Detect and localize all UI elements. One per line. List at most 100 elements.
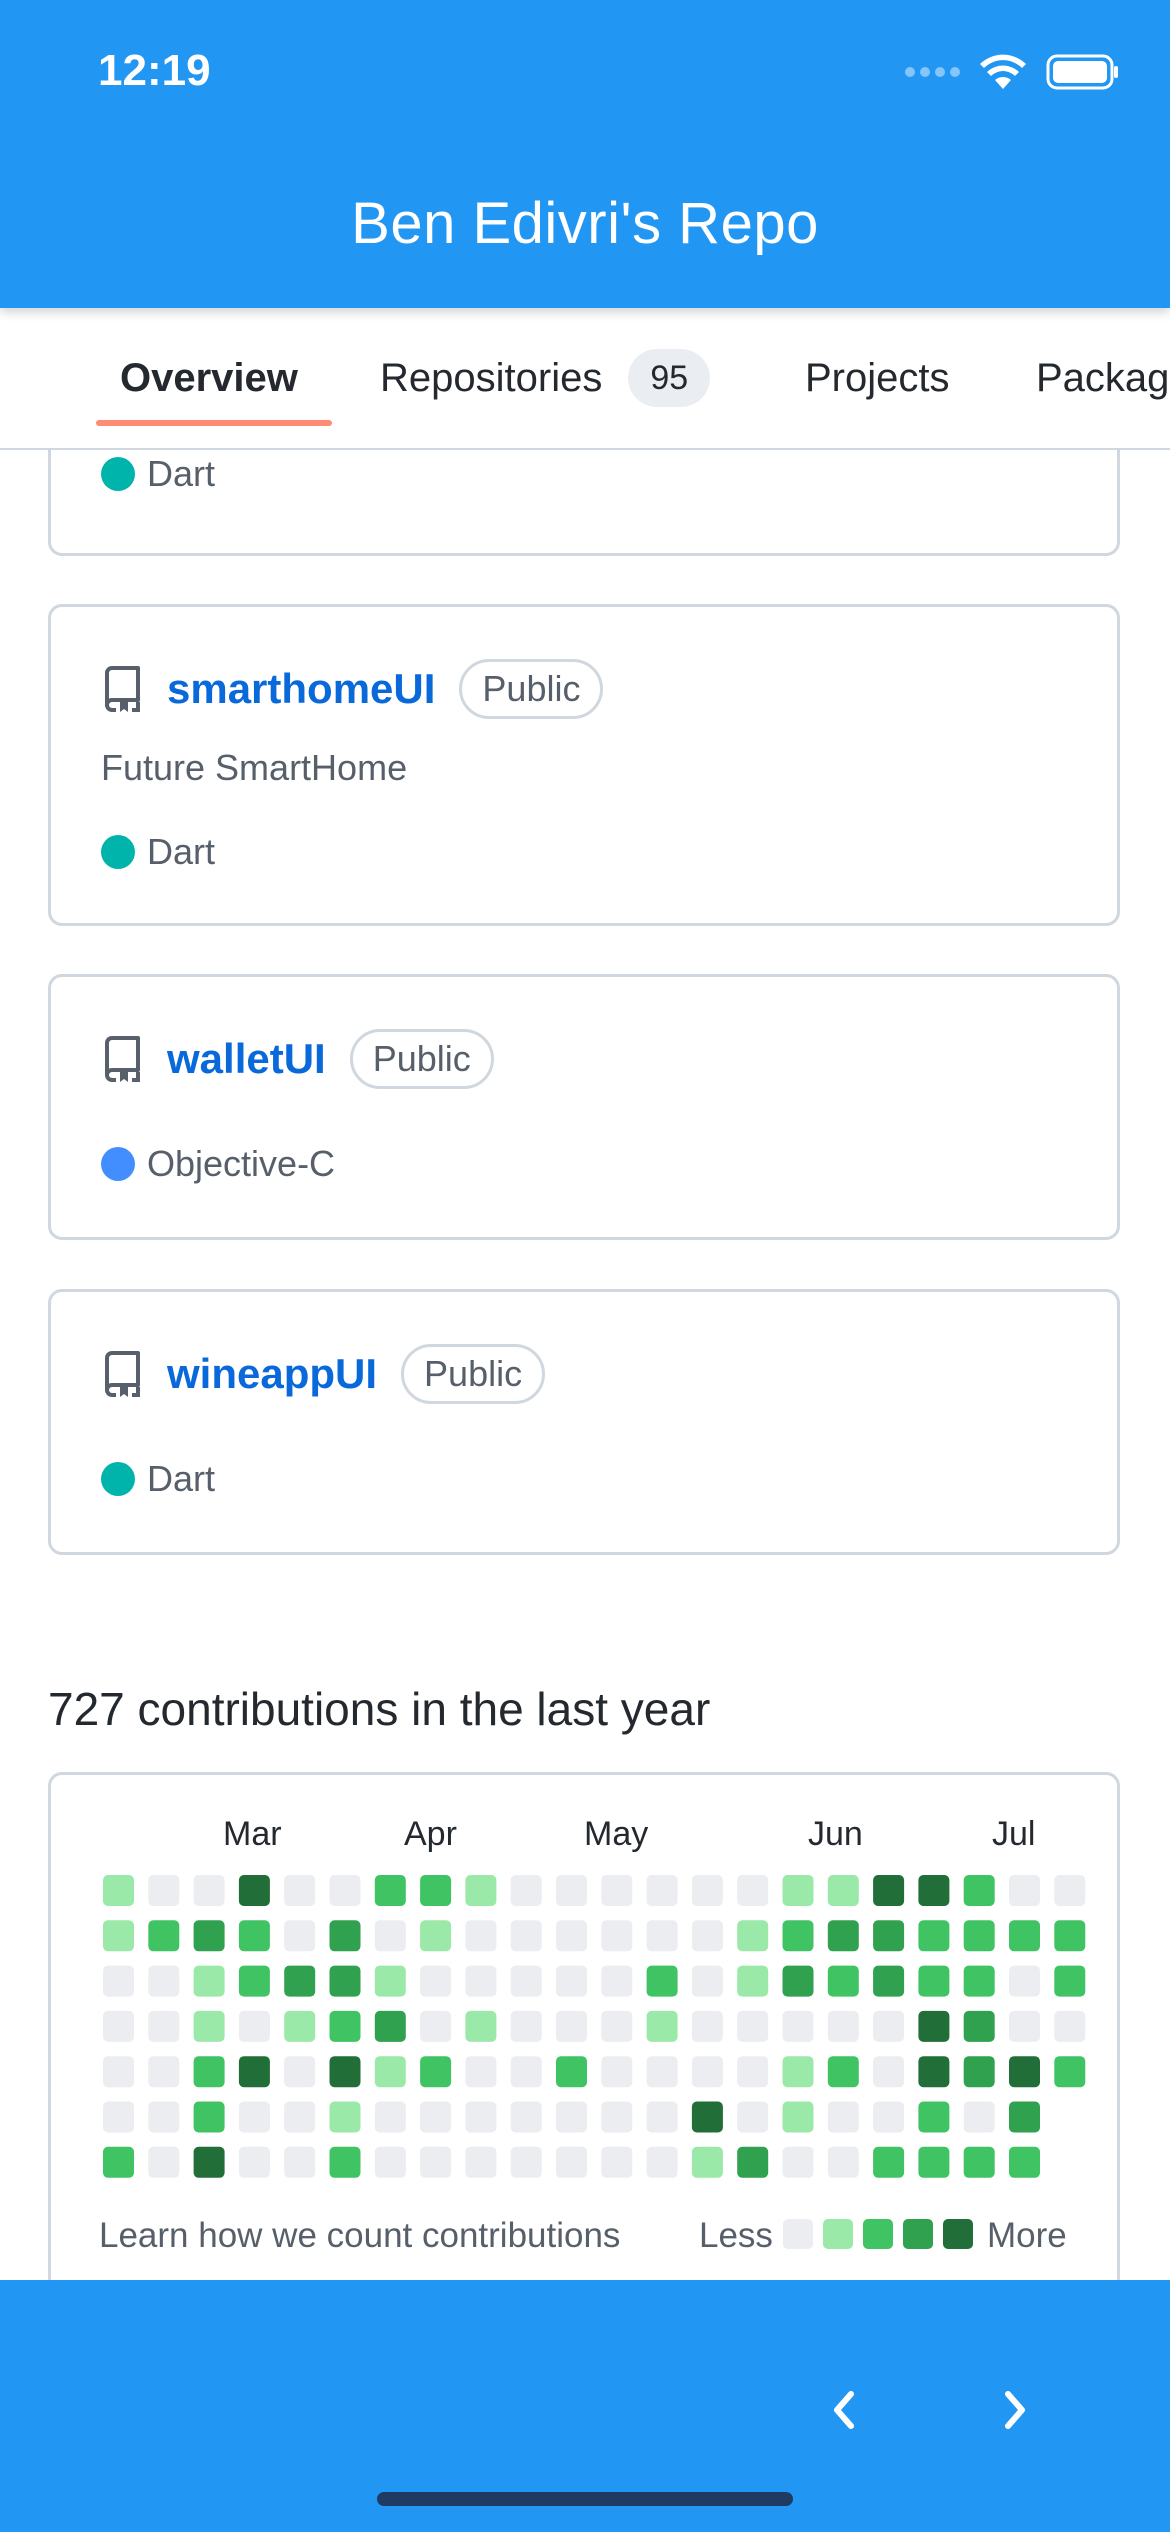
contribution-day-cell[interactable]	[148, 1920, 180, 1952]
contribution-day-cell[interactable]	[148, 2101, 180, 2133]
contribution-day-cell[interactable]	[556, 2146, 587, 2178]
contribution-day-cell[interactable]	[465, 2146, 497, 2178]
contribution-day-cell[interactable]	[918, 2146, 950, 2178]
contribution-day-cell[interactable]	[284, 1875, 316, 1906]
repo-name-link[interactable]: wineappUI	[167, 1350, 377, 1398]
contribution-day-cell[interactable]	[148, 1875, 180, 1906]
contribution-day-cell[interactable]	[103, 2010, 134, 2042]
contribution-day-cell[interactable]	[1009, 1965, 1040, 1997]
contribution-day-cell[interactable]	[556, 1875, 587, 1906]
contribution-day-cell[interactable]	[827, 1965, 859, 1997]
contribution-day-cell[interactable]	[329, 1875, 361, 1906]
contribution-day-cell[interactable]	[329, 2010, 361, 2042]
contribution-day-cell[interactable]	[1054, 1875, 1086, 1906]
contribution-day-cell[interactable]	[510, 1920, 542, 1952]
contribution-day-cell[interactable]	[873, 2056, 905, 2088]
contribution-day-cell[interactable]	[238, 2101, 270, 2133]
contribution-day-cell[interactable]	[782, 2010, 814, 2042]
contribution-day-cell[interactable]	[510, 2056, 542, 2088]
contribution-day-cell[interactable]	[238, 1920, 270, 1952]
contribution-day-cell[interactable]	[238, 1965, 270, 1997]
contribution-day-cell[interactable]	[1054, 1965, 1086, 1997]
contribution-day-cell[interactable]	[329, 2056, 361, 2088]
contribution-day-cell[interactable]	[691, 2146, 723, 2178]
repo-card-walletui[interactable]: walletUI Public Objective-C	[48, 974, 1120, 1240]
contribution-day-cell[interactable]	[374, 1920, 406, 1952]
contribution-day-cell[interactable]	[238, 2010, 270, 2042]
contribution-day-cell[interactable]	[918, 2101, 950, 2133]
repo-name-link[interactable]: smarthomeUI	[167, 665, 435, 713]
contribution-day-cell[interactable]	[556, 1965, 587, 1997]
contribution-day-cell[interactable]	[193, 2010, 225, 2042]
contribution-day-cell[interactable]	[873, 1920, 905, 1952]
contribution-day-cell[interactable]	[193, 1875, 225, 1906]
contribution-day-cell[interactable]	[374, 1875, 406, 1906]
contribution-day-cell[interactable]	[329, 2146, 361, 2178]
contribution-day-cell[interactable]	[918, 1875, 950, 1906]
contribution-day-cell[interactable]	[827, 1920, 859, 1952]
contribution-day-cell[interactable]	[465, 2101, 497, 2133]
contribution-day-cell[interactable]	[148, 2010, 180, 2042]
contribution-day-cell[interactable]	[782, 1920, 814, 1952]
contribution-day-cell[interactable]	[827, 2056, 859, 2088]
contribution-day-cell[interactable]	[193, 2056, 225, 2088]
contribution-day-cell[interactable]	[1009, 2010, 1040, 2042]
contribution-day-cell[interactable]	[556, 2010, 587, 2042]
contribution-day-cell[interactable]	[827, 1875, 859, 1906]
contribution-day-cell[interactable]	[691, 1920, 723, 1952]
contribution-day-cell[interactable]	[193, 2146, 225, 2178]
contribution-day-cell[interactable]	[103, 2056, 134, 2088]
contribution-day-cell[interactable]	[148, 2056, 180, 2088]
contribution-day-cell[interactable]	[510, 2101, 542, 2133]
contribution-day-cell[interactable]	[646, 2101, 678, 2133]
contribution-day-cell[interactable]	[329, 1920, 361, 1952]
contribution-day-cell[interactable]	[782, 2056, 814, 2088]
contribution-day-cell[interactable]	[1009, 1920, 1040, 1952]
contribution-day-cell[interactable]	[873, 1875, 905, 1906]
contribution-day-cell[interactable]	[510, 2146, 542, 2178]
contribution-day-cell[interactable]	[556, 1920, 587, 1952]
contribution-day-cell[interactable]	[465, 1965, 497, 1997]
contribution-day-cell[interactable]	[963, 2146, 995, 2178]
tab-repositories[interactable]: Repositories 95	[380, 308, 711, 448]
contribution-day-cell[interactable]	[1009, 2146, 1040, 2178]
repo-name-link[interactable]: walletUI	[167, 1035, 326, 1083]
contribution-day-cell[interactable]	[646, 2056, 678, 2088]
contribution-day-cell[interactable]	[646, 1920, 678, 1952]
contribution-day-cell[interactable]	[374, 2056, 406, 2088]
contribution-day-cell[interactable]	[691, 2010, 723, 2042]
contribution-day-cell[interactable]	[646, 2146, 678, 2178]
contribution-day-cell[interactable]	[918, 1965, 950, 1997]
contribution-day-cell[interactable]	[374, 2101, 406, 2133]
contribution-day-cell[interactable]	[691, 2056, 723, 2088]
contribution-day-cell[interactable]	[329, 1965, 361, 1997]
contribution-day-cell[interactable]	[148, 1965, 180, 1997]
repo-card-smarthomeui[interactable]: smarthomeUI Public Future SmartHome Dart	[48, 604, 1120, 926]
contribution-day-cell[interactable]	[103, 2101, 134, 2133]
contribution-day-cell[interactable]	[691, 1965, 723, 1997]
contribution-day-cell[interactable]	[601, 2146, 633, 2178]
contribution-day-cell[interactable]	[601, 1965, 633, 1997]
contribution-day-cell[interactable]	[103, 1920, 134, 1952]
contribution-day-cell[interactable]	[963, 1965, 995, 1997]
contribution-day-cell[interactable]	[238, 2146, 270, 2178]
contribution-day-cell[interactable]	[284, 2101, 316, 2133]
contribution-day-cell[interactable]	[737, 1920, 769, 1952]
contribution-day-cell[interactable]	[963, 2010, 995, 2042]
contribution-day-cell[interactable]	[148, 2146, 180, 2178]
contribution-day-cell[interactable]	[918, 1920, 950, 1952]
contribution-day-cell[interactable]	[238, 2056, 270, 2088]
contribution-day-cell[interactable]	[420, 2056, 452, 2088]
contribution-day-cell[interactable]	[284, 1965, 316, 1997]
forward-button[interactable]	[974, 2370, 1054, 2450]
contribution-day-cell[interactable]	[284, 1920, 316, 1952]
contribution-day-cell[interactable]	[873, 2101, 905, 2133]
contribution-day-cell[interactable]	[420, 1920, 452, 1952]
contribution-day-cell[interactable]	[465, 1920, 497, 1952]
contribution-day-cell[interactable]	[420, 1965, 452, 1997]
contribution-day-cell[interactable]	[737, 2010, 769, 2042]
contribution-day-cell[interactable]	[782, 1965, 814, 1997]
contribution-day-cell[interactable]	[601, 2010, 633, 2042]
repo-card-wineappui[interactable]: wineappUI Public Dart	[48, 1289, 1120, 1555]
contribution-day-cell[interactable]	[284, 2056, 316, 2088]
